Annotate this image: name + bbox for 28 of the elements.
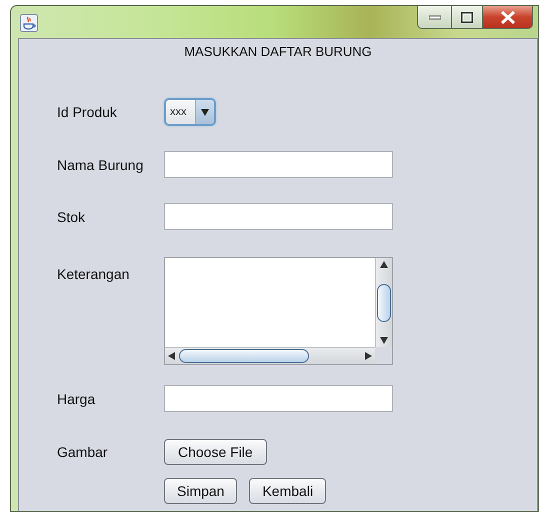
action-button[interactable]: Kembali <box>249 478 326 504</box>
field-label: Id Produk <box>57 104 118 120</box>
close-button[interactable] <box>483 5 533 29</box>
right-arrow-icon <box>365 352 372 360</box>
dropdown-arrow-icon <box>201 108 209 116</box>
input-field[interactable] <box>164 151 393 178</box>
field-label: Harga <box>57 390 96 406</box>
field-label: Gambar <box>57 444 109 460</box>
horizontal-scrollbar[interactable] <box>165 347 375 364</box>
form-title: MASUKKAN DAFTAR BURUNG <box>183 43 373 61</box>
minimize-button[interactable] <box>417 5 452 29</box>
close-icon <box>500 10 516 24</box>
choose-file-button[interactable]: Choose File <box>164 439 267 465</box>
field-label: Stok <box>57 208 86 224</box>
left-arrow-icon <box>168 352 175 360</box>
field-label: Nama Burung <box>57 156 144 172</box>
input-field[interactable] <box>164 385 393 412</box>
up-arrow-icon <box>380 261 388 268</box>
down-arrow-icon <box>380 337 388 344</box>
vertical-scrollbar[interactable] <box>375 258 392 347</box>
minimize-icon <box>428 14 440 20</box>
combo-box[interactable]: xxx <box>164 98 216 126</box>
field-label: Keterangan <box>57 266 130 282</box>
input-field[interactable] <box>164 203 393 230</box>
maximize-button[interactable] <box>452 5 483 29</box>
coffee-cup-icon <box>20 14 38 32</box>
maximize-icon <box>461 12 473 22</box>
action-button[interactable]: Simpan <box>164 478 238 504</box>
